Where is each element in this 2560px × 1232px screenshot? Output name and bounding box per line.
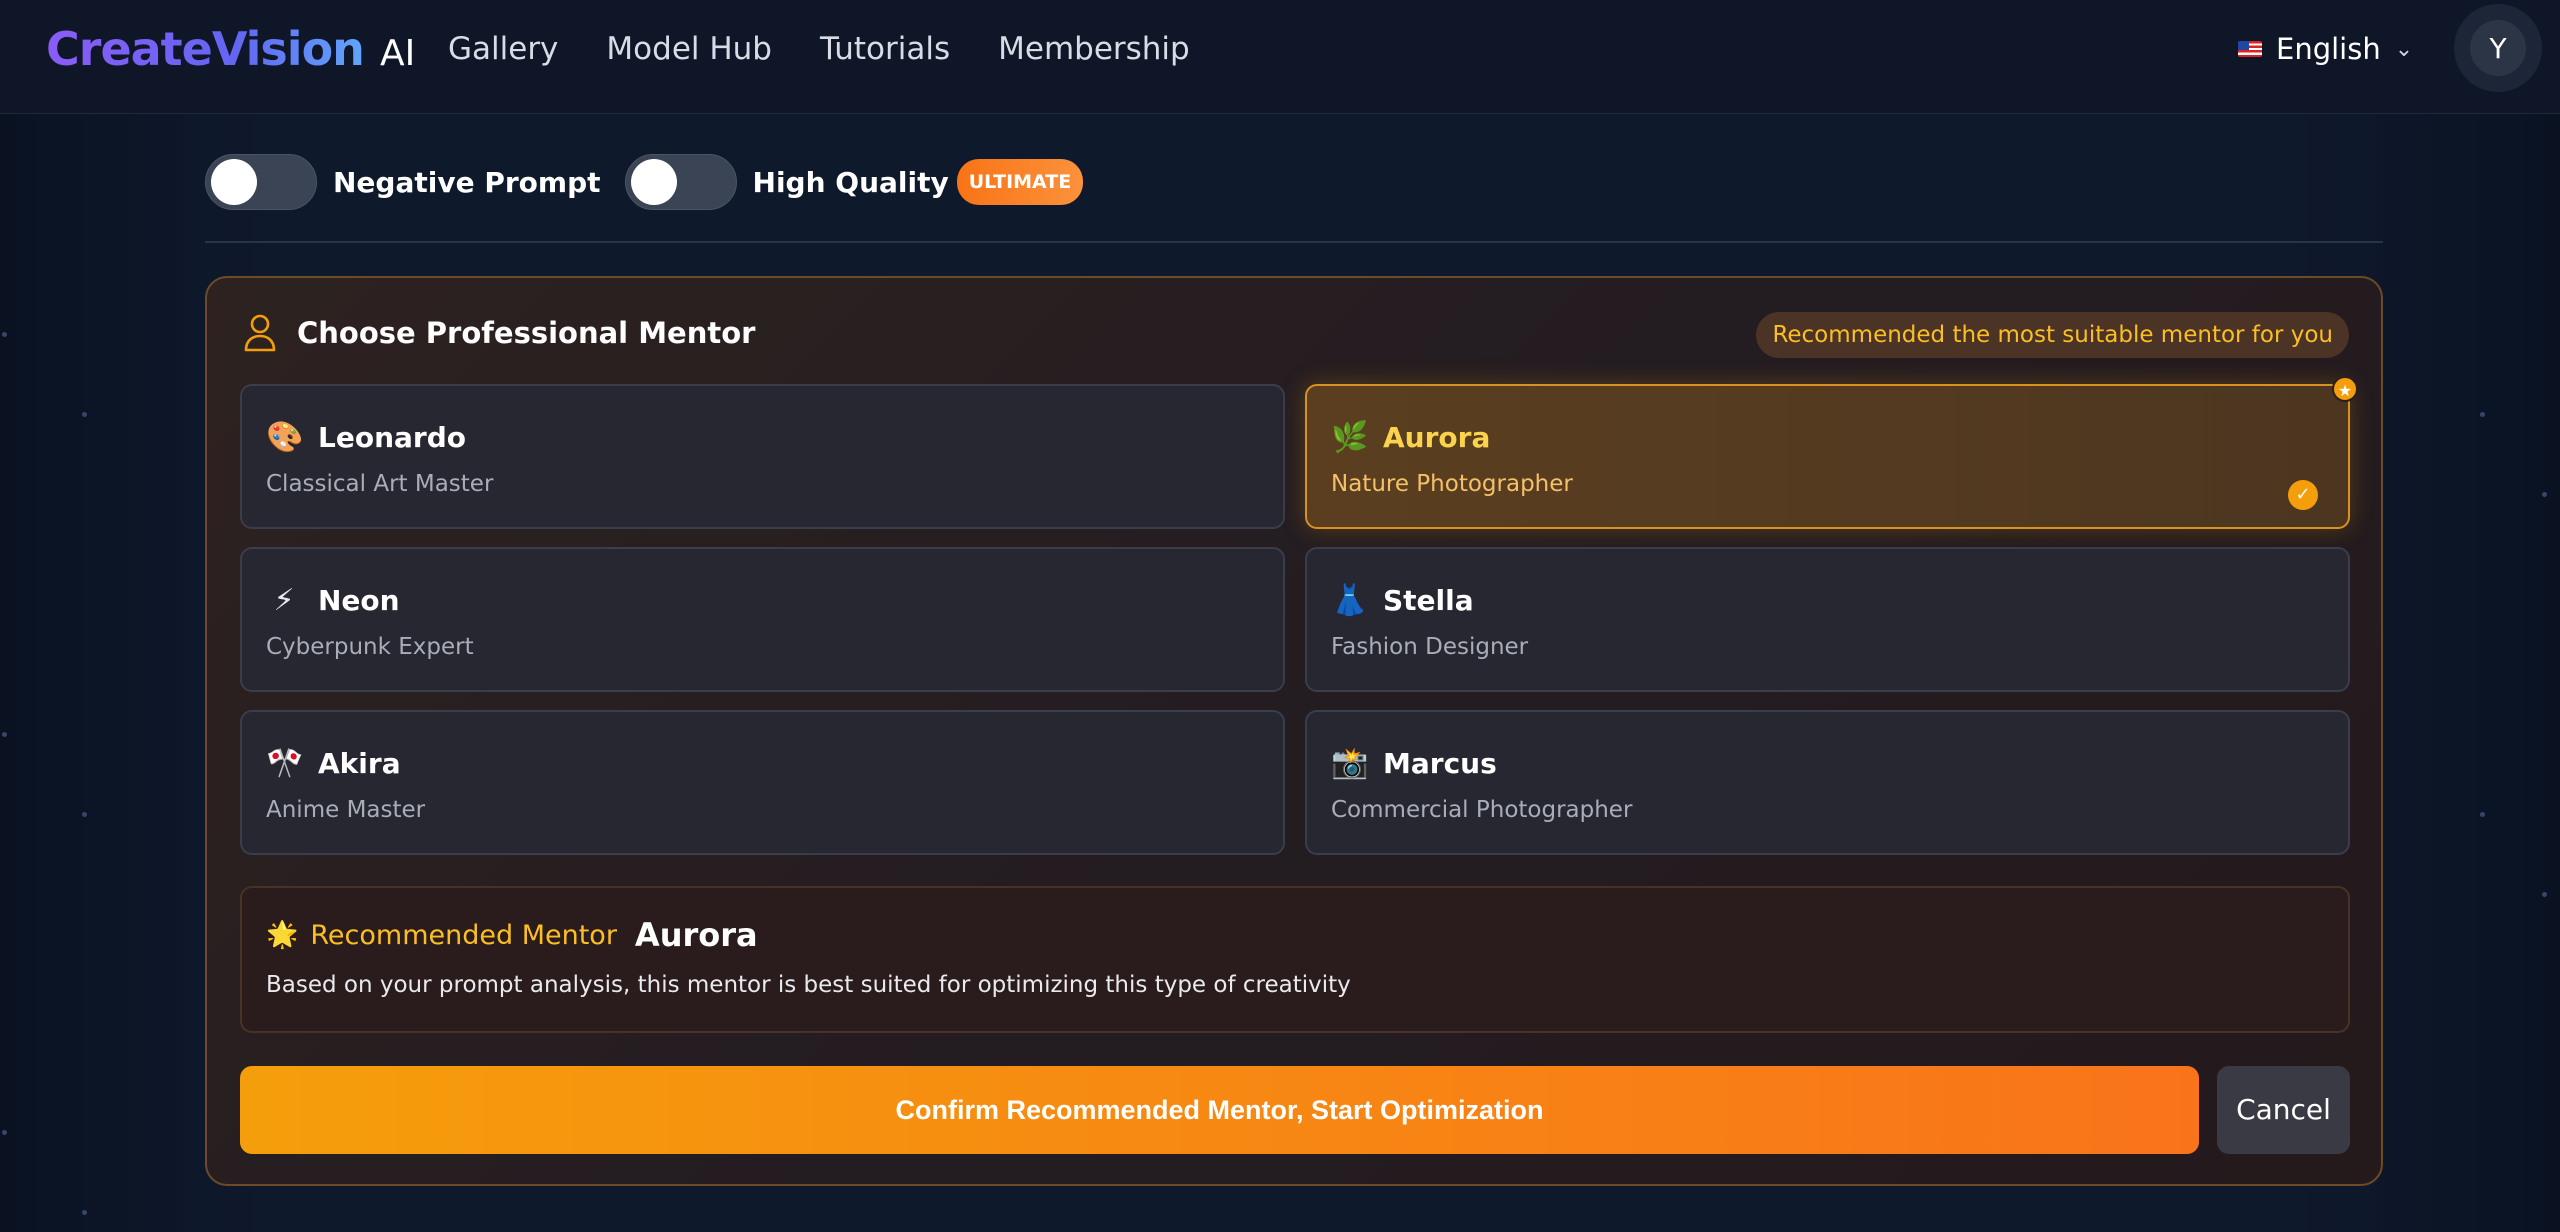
top-nav-bar: CreateVision AI Gallery Model Hub Tutori…: [0, 0, 2560, 114]
cancel-button[interactable]: Cancel: [2217, 1066, 2350, 1154]
dress-icon: 👗: [1331, 583, 1369, 618]
mentor-selection-panel: Choose Professional Mentor Recommended t…: [205, 276, 2383, 1186]
star-dot: [82, 812, 87, 817]
mentor-grid: 🎨 Leonardo Classical Art Master ★ 🌿 Auro…: [240, 376, 2358, 855]
divider: [205, 241, 2383, 243]
nav-tutorials[interactable]: Tutorials: [820, 28, 950, 70]
high-quality-toggle[interactable]: [624, 154, 737, 210]
mentor-card-aurora[interactable]: ★ 🌿 Aurora Nature Photographer ✓: [1305, 376, 2358, 529]
recommended-name: Aurora: [634, 916, 758, 954]
lightning-icon: ⚡: [273, 583, 295, 618]
camera-flash-icon: 📸: [1331, 746, 1369, 781]
logo-ai-text: AI: [379, 33, 416, 74]
star-dot: [2, 1130, 7, 1135]
high-quality-label: High Quality: [752, 165, 949, 199]
glowing-star-icon: 🌟: [266, 920, 299, 950]
mentor-name: Marcus: [1383, 747, 1497, 780]
palette-icon: 🎨: [266, 420, 304, 455]
mentor-name: Leonardo: [318, 421, 466, 454]
star-dot: [2, 332, 7, 337]
mentor-desc: Commercial Photographer: [1331, 797, 1633, 823]
mentor-desc: Nature Photographer: [1331, 471, 1573, 497]
main-nav: Gallery Model Hub Tutorials Membership: [448, 28, 1190, 70]
recommend-pill: Recommended the most suitable mentor for…: [1756, 312, 2349, 358]
star-dot: [82, 1210, 87, 1215]
check-icon: ✓: [2288, 480, 2318, 510]
logo[interactable]: CreateVision AI: [46, 22, 415, 78]
mentor-card-stella[interactable]: 👗 Stella Fashion Designer: [1305, 547, 2350, 692]
star-dot: [2, 732, 7, 737]
avatar-initial: Y: [2470, 20, 2526, 76]
user-icon: [244, 314, 276, 352]
mentor-desc: Anime Master: [266, 797, 426, 823]
mentor-card-marcus[interactable]: 📸 Marcus Commercial Photographer: [1305, 710, 2350, 855]
user-avatar[interactable]: Y: [2454, 4, 2542, 92]
mentor-desc: Fashion Designer: [1331, 634, 1529, 660]
mentor-desc: Cyberpunk Expert: [266, 634, 474, 660]
language-label: English: [2276, 32, 2381, 66]
nav-membership[interactable]: Membership: [998, 28, 1190, 70]
chevron-down-icon: ⌄: [2394, 36, 2414, 62]
star-dot: [2480, 412, 2485, 417]
mentor-card-leonardo[interactable]: 🎨 Leonardo Classical Art Master: [240, 384, 1285, 529]
confirm-mentor-button[interactable]: Confirm Recommended Mentor, Start Optimi…: [240, 1066, 2199, 1154]
herb-icon: 🌿: [1331, 420, 1369, 455]
star-dot: [2542, 492, 2547, 497]
star-dot: [2480, 812, 2485, 817]
nav-gallery[interactable]: Gallery: [448, 28, 558, 70]
mentor-name: Neon: [318, 584, 400, 617]
negative-prompt-toggle[interactable]: [205, 154, 317, 210]
ultimate-badge: ULTIMATE: [956, 159, 1084, 205]
recommended-desc: Based on your prompt analysis, this ment…: [266, 972, 1351, 998]
recommended-mentor-box: 🌟 Recommended Mentor Aurora Based on you…: [240, 886, 2350, 1033]
options-toggles: Negative Prompt High Quality ULTIMATE: [205, 154, 1084, 210]
us-flag-icon: [2238, 41, 2262, 57]
negative-prompt-label: Negative Prompt: [333, 165, 601, 199]
recommended-label: Recommended Mentor: [310, 919, 617, 951]
mentor-title: Choose Professional Mentor: [297, 316, 756, 350]
crossed-flags-icon: 🎌: [266, 746, 304, 781]
nav-model-hub[interactable]: Model Hub: [606, 28, 772, 70]
mentor-name: Akira: [318, 747, 401, 780]
language-selector[interactable]: English ⌄: [2238, 28, 2413, 70]
mentor-desc: Classical Art Master: [266, 471, 494, 497]
mentor-card-neon[interactable]: ⚡ Neon Cyberpunk Expert: [240, 547, 1285, 692]
mentor-header: Choose Professional Mentor: [243, 314, 755, 352]
mentor-card-akira[interactable]: 🎌 Akira Anime Master: [240, 710, 1285, 855]
logo-text: CreateVision: [46, 22, 365, 76]
mentor-name: Stella: [1383, 584, 1474, 617]
star-dot: [82, 412, 87, 417]
star-dot: [2542, 892, 2547, 897]
toggle-knob: [630, 159, 677, 205]
mentor-name: Aurora: [1383, 421, 1491, 454]
star-badge-icon: ★: [2332, 376, 2358, 402]
toggle-knob: [211, 159, 257, 205]
